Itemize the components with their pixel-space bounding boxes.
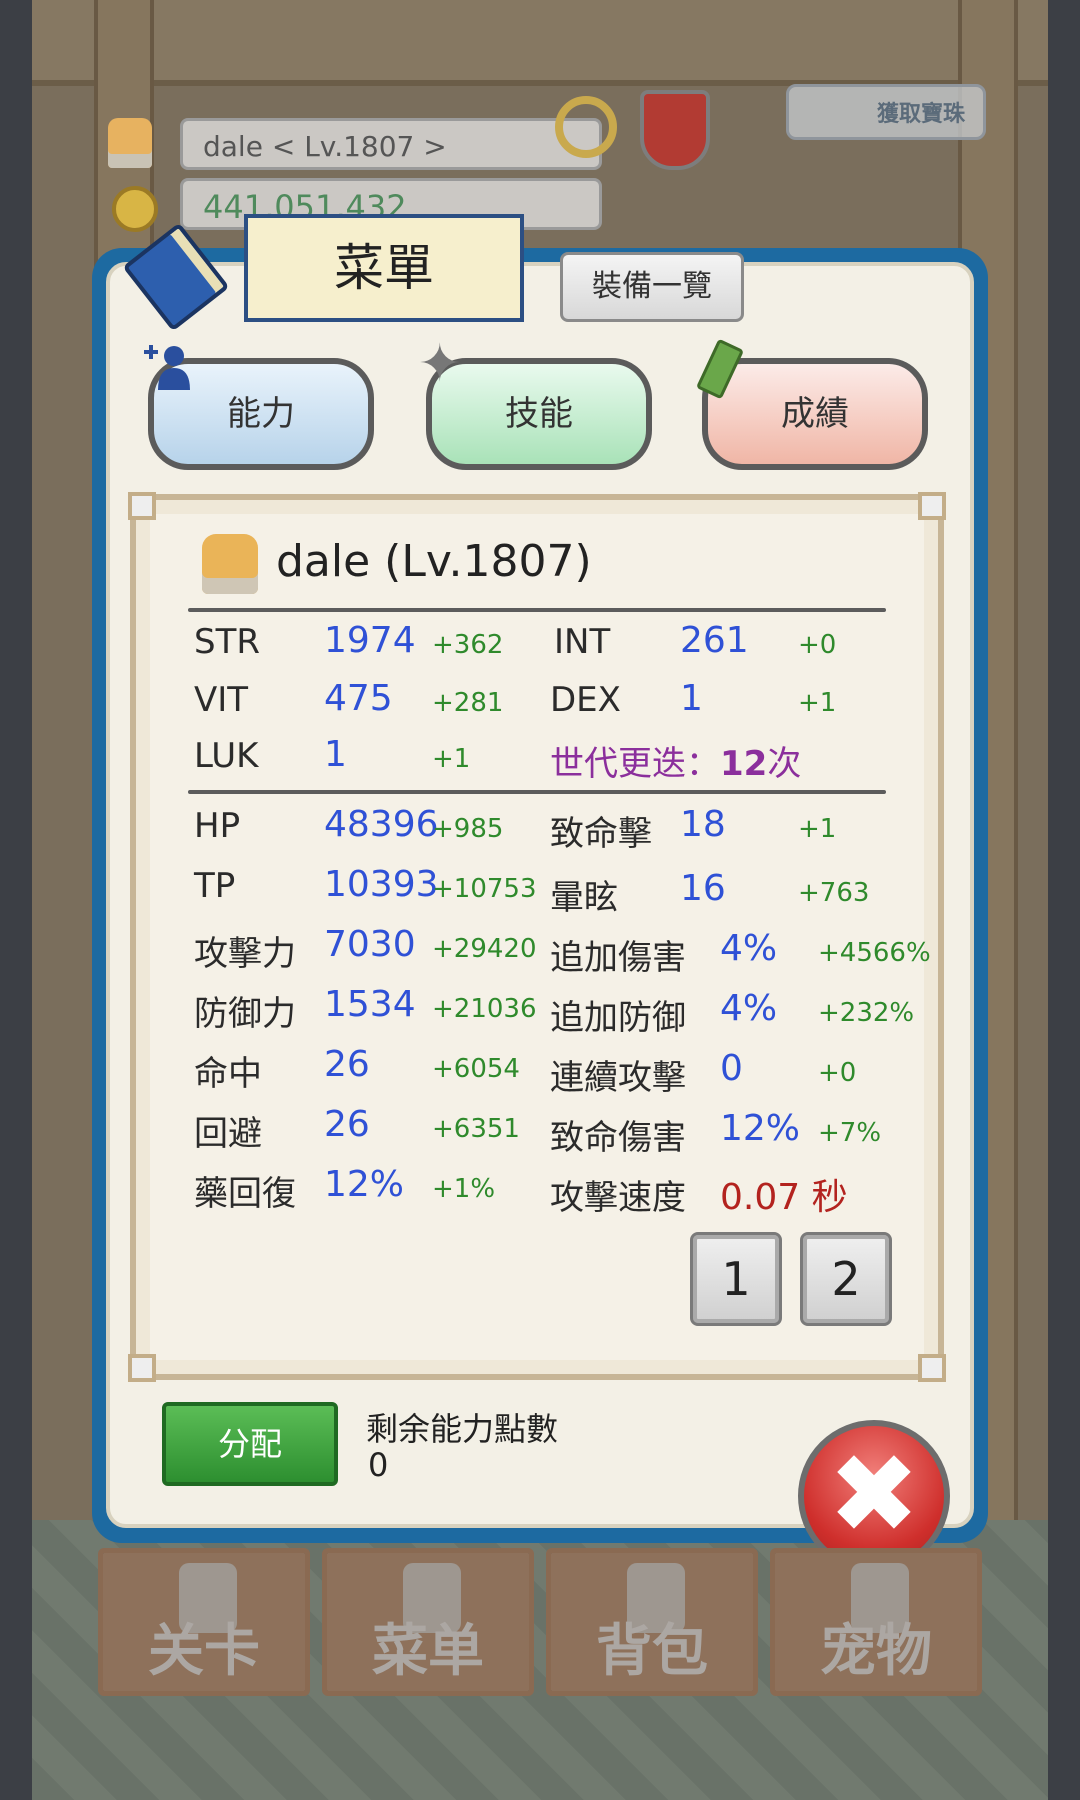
get-treasure-button[interactable]: 獲取寶珠: [786, 84, 986, 140]
stat-bonus: +6351: [432, 1114, 520, 1144]
equipment-list-button[interactable]: 裝備一覽: [560, 252, 744, 322]
nav-dim: [327, 1553, 529, 1691]
stat-label: 回避: [194, 1114, 262, 1154]
tab-record[interactable]: 成績: [702, 358, 928, 470]
nav-dim: [103, 1553, 305, 1691]
stat-bonus: +985: [432, 814, 504, 844]
generation-unit: 次: [767, 744, 802, 784]
stat-value: 7030: [324, 924, 416, 965]
nav-dim: [775, 1553, 977, 1691]
stat-label: INT: [554, 622, 611, 662]
generation-number: 12: [720, 744, 768, 784]
hud-avatar: [108, 118, 152, 168]
stat-bonus: +1%: [432, 1174, 496, 1204]
page-2-button[interactable]: 2: [800, 1232, 892, 1326]
assign-button[interactable]: 分配: [162, 1402, 338, 1486]
attack-speed-unit: 秒: [811, 1177, 848, 1218]
stat-label: STR: [194, 622, 260, 662]
tab-label: 成績: [781, 394, 849, 434]
nav-stage[interactable]: 关卡: [98, 1548, 310, 1696]
stat-value: 0: [720, 1048, 743, 1089]
stat-bonus: +29420: [432, 934, 537, 964]
divider: [188, 790, 886, 794]
nav-bag[interactable]: 背包: [546, 1548, 758, 1696]
stat-value: 1: [680, 678, 703, 719]
character-avatar: [202, 534, 258, 594]
stat-label: 追加傷害: [550, 938, 686, 978]
remaining-points-label: 剩余能力點數: [366, 1410, 559, 1448]
stat-value: 4%: [720, 928, 778, 969]
page-1-button[interactable]: 1: [690, 1232, 782, 1326]
shield-icon: [640, 90, 710, 170]
stat-bonus: +4566%: [818, 938, 931, 968]
gold-coin-icon: [112, 186, 158, 232]
stat-bonus: +10753: [432, 874, 537, 904]
nav-dim: [551, 1553, 753, 1691]
stat-value: 1974: [324, 620, 416, 661]
stat-bonus: +1: [432, 744, 471, 774]
stat-value: 1534: [324, 984, 416, 1025]
generation-label: 世代更迭：: [550, 744, 720, 784]
stat-bonus: +1: [798, 814, 837, 844]
stat-value: 1: [324, 734, 347, 775]
panel-corner: [128, 492, 156, 520]
menu-title: 菜單: [244, 214, 524, 322]
stat-value: 12%: [324, 1164, 405, 1205]
stat-value: 18: [680, 804, 726, 845]
stat-label: TP: [194, 866, 236, 906]
character-name: dale (Lv.1807): [276, 536, 592, 587]
sparkle-star-icon: ✦: [418, 334, 462, 394]
stat-bonus: +362: [432, 630, 504, 660]
stat-value: 26: [324, 1104, 370, 1145]
panel-corner: [918, 492, 946, 520]
stat-value: 26: [324, 1044, 370, 1085]
divider: [188, 608, 886, 612]
remaining-points-value: 0: [368, 1446, 389, 1484]
stat-label: 致命傷害: [550, 1118, 686, 1158]
stat-bonus: +0: [798, 630, 837, 660]
stat-value: 12%: [720, 1108, 801, 1149]
stat-value: 4%: [720, 988, 778, 1029]
stat-value: 16: [680, 868, 726, 909]
panel-corner: [918, 1354, 946, 1382]
tab-label: 能力: [227, 394, 295, 434]
stat-label: 連續攻擊: [550, 1058, 686, 1098]
tab-label: 技能: [505, 394, 573, 434]
stat-bonus: +232%: [818, 998, 915, 1028]
stat-label: 暈眩: [550, 878, 618, 918]
stat-value: 475: [324, 678, 393, 719]
stat-label: 藥回復: [194, 1174, 296, 1214]
stat-value: 10393: [324, 864, 439, 905]
close-icon: ✖: [827, 1430, 921, 1558]
stat-bonus: +0: [818, 1058, 857, 1088]
panel-corner: [128, 1354, 156, 1382]
stat-value: 48396: [324, 804, 439, 845]
stat-label: 防御力: [194, 994, 296, 1034]
add-person-icon: [144, 345, 190, 390]
stat-bonus: +763: [798, 878, 870, 908]
stat-label: HP: [194, 806, 241, 846]
stat-bonus: +7%: [818, 1118, 882, 1148]
generation-count: 世代更迭：12次: [550, 736, 801, 785]
stat-label: 攻擊力: [194, 934, 296, 974]
stat-bonus: +21036: [432, 994, 537, 1024]
stat-label: DEX: [550, 680, 621, 720]
stat-bonus: +1: [798, 688, 837, 718]
stat-label: 攻擊速度: [550, 1178, 686, 1218]
ring-icon: [555, 96, 617, 158]
stat-label: 致命擊: [550, 814, 652, 854]
stat-label: 追加防御: [550, 998, 686, 1038]
hud-name-level: dale < Lv.1807 >: [180, 118, 602, 170]
attack-speed-number: 0.07: [720, 1177, 801, 1218]
nav-pet[interactable]: 宠物: [770, 1548, 982, 1696]
stat-label: 命中: [194, 1054, 262, 1094]
stat-value: 261: [680, 620, 749, 661]
nav-menu[interactable]: 菜单: [322, 1548, 534, 1696]
attack-speed-value: 0.07 秒: [720, 1168, 848, 1220]
stat-bonus: +6054: [432, 1054, 520, 1084]
stat-label: VIT: [194, 680, 249, 720]
stat-label: LUK: [194, 736, 259, 776]
stat-bonus: +281: [432, 688, 504, 718]
